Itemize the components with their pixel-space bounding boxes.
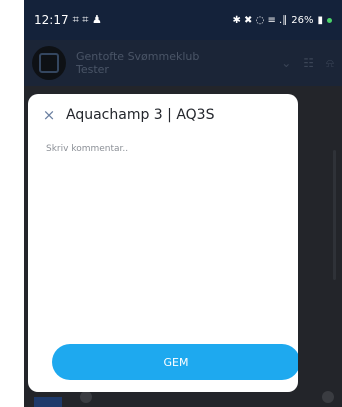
close-icon[interactable]: ×	[42, 107, 56, 123]
dialog-title: Aquachamp 3 | AQ3S	[66, 107, 215, 123]
chevron-down-icon[interactable]: ⌄	[281, 56, 291, 71]
status-time: 12:17	[34, 13, 69, 27]
grid-icon[interactable]: ☷	[303, 56, 314, 71]
club-name-line2: Tester	[76, 63, 109, 76]
app-bar: Gentofte Svømmeklub Tester ⌄ ☷ ⍾	[24, 40, 342, 86]
battery-level: 26%	[291, 14, 314, 26]
app-bar-actions: ⌄ ☷ ⍾	[281, 56, 334, 71]
club-name-line1: Gentofte Svømmeklub	[76, 50, 200, 63]
save-button[interactable]: GEM	[52, 344, 298, 380]
notification-icons: ⌗ ⌗ ♟	[72, 13, 102, 26]
club-logo[interactable]	[32, 46, 66, 80]
club-name: Gentofte Svømmeklub Tester	[76, 50, 199, 76]
status-right: ✱ ✖ ◌ ≡ .∥ 26% ▮	[232, 15, 332, 26]
bottom-right-circle-icon[interactable]	[322, 391, 334, 403]
dialog-header: × Aquachamp 3 | AQ3S	[28, 94, 298, 124]
bell-icon[interactable]: ⍾	[326, 56, 334, 71]
system-icons: ✱ ✖ ◌ ≡ .∥	[232, 14, 288, 26]
comment-input[interactable]	[46, 144, 282, 324]
battery-icon: ▮	[317, 14, 323, 26]
status-left: 12:17 ⌗ ⌗ ♟	[34, 13, 102, 27]
active-dot-icon	[327, 17, 332, 23]
bottom-left-circle-icon[interactable]	[80, 391, 92, 403]
scrollbar[interactable]	[333, 150, 336, 280]
bottom-tab-indicator	[34, 397, 62, 407]
status-bar: 12:17 ⌗ ⌗ ♟ ✱ ✖ ◌ ≡ .∥ 26% ▮	[24, 0, 342, 40]
comment-dialog: × Aquachamp 3 | AQ3S GEM	[28, 94, 298, 392]
